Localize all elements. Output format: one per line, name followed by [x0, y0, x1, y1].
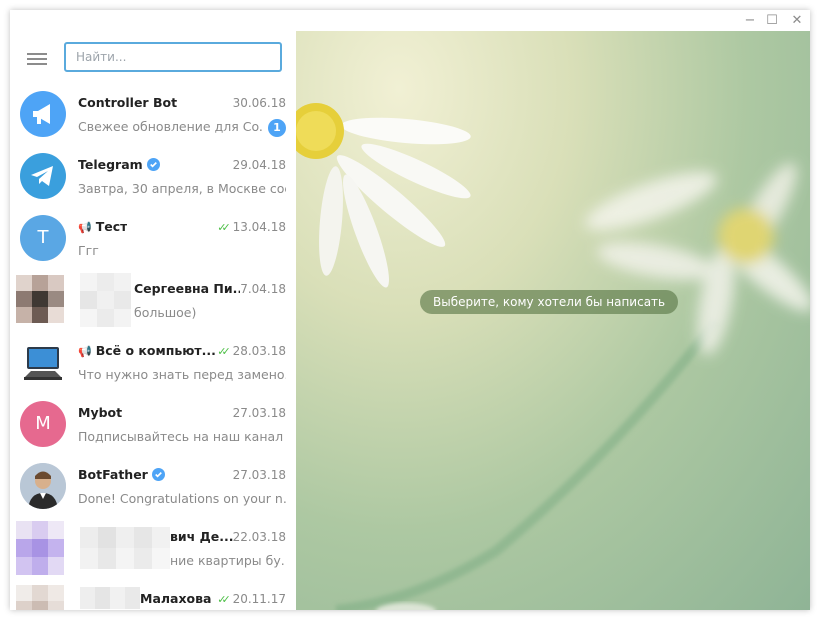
app-window: − ☐ ✕ Controller Bot 30.06.18 Свежее обн…	[10, 10, 810, 610]
chat-date-text: 20.11.17	[232, 592, 286, 606]
avatar: M	[20, 401, 66, 447]
chat-preview: Подписывайтесь на наш канал ...	[78, 429, 286, 444]
double-check-icon: ✓✓	[217, 221, 231, 234]
chat-date: 22.03.18	[232, 530, 286, 544]
avatar-letter: M	[35, 413, 51, 434]
minimize-icon[interactable]: −	[741, 12, 759, 30]
maximize-icon[interactable]: ☐	[763, 12, 781, 30]
pixelated-region	[80, 273, 132, 327]
chat-name: вич Де...	[170, 529, 234, 544]
chat-item-botfather[interactable]: BotFather 27.03.18 Done! Congratulations…	[10, 455, 296, 517]
chat-name: Mybot	[78, 405, 123, 420]
chat-name: 📢 Тест	[78, 219, 127, 234]
botfather-avatar	[20, 463, 66, 509]
pixelated-avatar	[16, 275, 64, 323]
chat-placeholder-area: Выберите, кому хотели бы написать	[296, 31, 810, 610]
close-icon[interactable]: ✕	[788, 12, 806, 30]
chat-preview: Что нужно знать перед замено...	[78, 367, 286, 382]
chat-item-computers[interactable]: 📢 Всё о компьют... ✓✓ 28.03.18 Что нужно …	[10, 331, 296, 393]
double-check-icon: ✓✓	[217, 345, 231, 358]
chat-item-test[interactable]: T 📢 Тест ✓✓ 13.04.18 Ггг	[10, 207, 296, 269]
chat-date: 30.06.18	[232, 96, 286, 110]
chat-name: Малахова	[140, 591, 212, 606]
pixelated-region	[80, 587, 140, 609]
chat-date-text: 13.04.18	[232, 220, 286, 234]
title-bar: − ☐ ✕	[10, 10, 810, 31]
computer-icon	[20, 339, 66, 385]
chat-name: 📢 Всё о компьют...	[78, 343, 216, 358]
chat-item-sergeevna[interactable]: Сергеевна Пи... 7.04.18 большое)	[10, 269, 296, 331]
chat-date: 27.03.18	[232, 468, 286, 482]
chat-preview: Завтра, 30 апреля, в Москве сос...	[78, 181, 286, 196]
avatar: T	[20, 215, 66, 261]
chat-name: Controller Bot	[78, 95, 178, 110]
chat-list: Controller Bot 30.06.18 Свежее обновлени…	[10, 83, 296, 610]
select-chat-hint: Выберите, кому хотели бы написать	[420, 290, 679, 314]
chat-item-de[interactable]: вич Де... 22.03.18 ние квартиры бу...	[10, 517, 296, 579]
chat-sidebar: Controller Bot 30.06.18 Свежее обновлени…	[10, 31, 296, 610]
chat-preview: Done! Congratulations on your n...	[78, 491, 286, 506]
chat-name-text: Всё о компьют...	[95, 343, 216, 358]
channel-icon: 📢	[78, 345, 92, 358]
chat-name-text: Тест	[95, 219, 128, 234]
double-check-icon: ✓✓	[217, 593, 231, 606]
unread-badge: 1	[268, 119, 286, 137]
chat-date: 7.04.18	[240, 282, 286, 296]
chat-date: ✓✓ 20.11.17	[217, 592, 286, 606]
chat-preview: Ггг	[78, 243, 99, 258]
chat-item-malakhova[interactable]: Малахова ✓✓ 20.11.17	[10, 579, 296, 610]
verified-icon	[146, 158, 160, 171]
pixelated-avatar	[16, 521, 64, 575]
pixelated-avatar	[16, 585, 64, 610]
megaphone-icon	[20, 91, 66, 137]
hamburger-icon[interactable]	[27, 51, 47, 67]
chat-name-text: BotFather	[78, 467, 148, 482]
chat-date-text: 28.03.18	[232, 344, 286, 358]
chat-date: 27.03.18	[232, 406, 286, 420]
chat-item-controller-bot[interactable]: Controller Bot 30.06.18 Свежее обновлени…	[10, 83, 296, 145]
chat-preview: Свежее обновление для Co...	[78, 119, 262, 134]
daisy-wallpaper	[296, 103, 810, 610]
pixelated-region	[80, 527, 170, 569]
chat-name: BotFather	[78, 467, 165, 482]
chat-preview: ние квартиры бу...	[170, 553, 286, 568]
verified-icon	[151, 468, 165, 481]
chat-date: ✓✓ 28.03.18	[217, 344, 286, 358]
chat-date: ✓✓ 13.04.18	[217, 220, 286, 234]
chat-item-mybot[interactable]: M Mybot 27.03.18 Подписывайтесь на наш к…	[10, 393, 296, 455]
channel-icon: 📢	[78, 221, 92, 234]
telegram-logo-icon	[20, 153, 66, 199]
chat-preview: большое)	[134, 305, 197, 320]
avatar-letter: T	[37, 227, 49, 248]
search-input[interactable]	[64, 42, 282, 72]
chat-name: Telegram	[78, 157, 160, 172]
chat-name-text: Telegram	[78, 157, 143, 172]
chat-date: 29.04.18	[232, 158, 286, 172]
chat-name: Сергеевна Пи...	[134, 281, 240, 296]
chat-item-telegram[interactable]: Telegram 29.04.18 Завтра, 30 апреля, в М…	[10, 145, 296, 207]
